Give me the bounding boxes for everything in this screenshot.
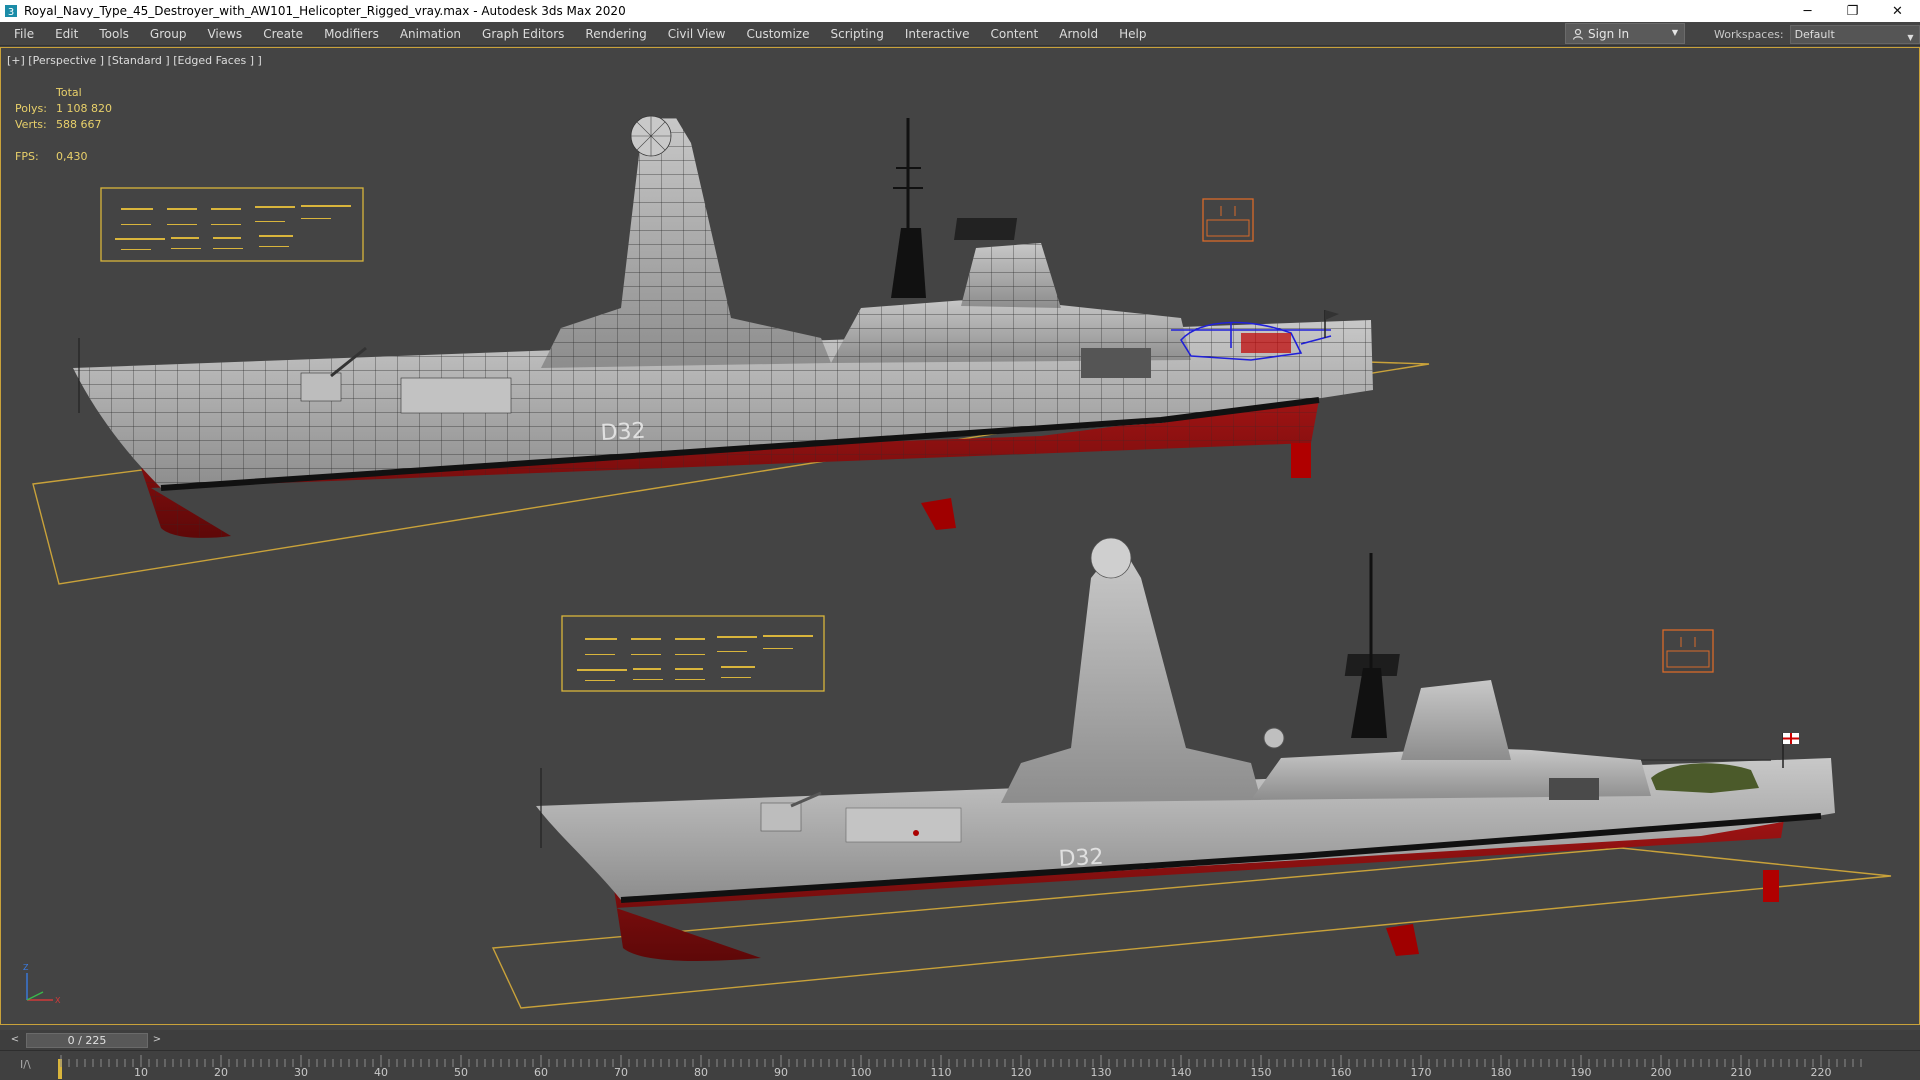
prev-frame-button[interactable]: < xyxy=(8,1033,22,1047)
user-icon xyxy=(1572,28,1584,40)
workspaces-select[interactable]: Default ▼ xyxy=(1789,24,1920,44)
tick-label: 180 xyxy=(1490,1066,1512,1079)
hull-number-bottom: D32 xyxy=(1058,845,1104,872)
tick-label: 90 xyxy=(774,1066,788,1079)
tick-label: 210 xyxy=(1730,1066,1752,1079)
axis-label-x: X xyxy=(55,996,61,1005)
tick-label: 110 xyxy=(930,1066,952,1079)
restore-button[interactable]: ❐ xyxy=(1830,0,1875,22)
svg-text:3: 3 xyxy=(8,7,14,18)
menu-customize[interactable]: Customize xyxy=(737,22,821,46)
menu-help[interactable]: Help xyxy=(1110,22,1158,46)
tick-label: 220 xyxy=(1810,1066,1832,1079)
menu-civil-view[interactable]: Civil View xyxy=(659,22,738,46)
menu-animation[interactable]: Animation xyxy=(391,22,473,46)
axis-label-z: Z xyxy=(23,963,29,972)
3ds-max-icon[interactable]: 3 xyxy=(0,0,22,22)
next-frame-button[interactable]: > xyxy=(150,1033,164,1047)
tick-label: 80 xyxy=(694,1066,708,1079)
destroyer-shaded[interactable] xyxy=(491,537,1892,1009)
tick-label: 170 xyxy=(1410,1066,1432,1079)
funnel-bottom[interactable] xyxy=(1401,680,1511,760)
radar-dome-bottom[interactable] xyxy=(1090,537,1132,579)
destroyer-wireframe[interactable] xyxy=(32,115,1430,585)
tick-label: 50 xyxy=(454,1066,468,1079)
minimize-button[interactable]: ─ xyxy=(1785,0,1830,22)
tick-label: 190 xyxy=(1570,1066,1592,1079)
tick-label: 60 xyxy=(534,1066,548,1079)
time-slider: < 0 / 225 > xyxy=(0,1030,1920,1050)
menu-items: File Edit Tools Group Views Create Modifiers An… xyxy=(0,22,1158,46)
scene-canvas[interactable]: D32 D32 Z X xyxy=(1,48,1919,1024)
statistics-overlay: Total Polys: 1 108 820 Verts: 588 667 FPS:… xyxy=(15,85,112,165)
menu-interactive[interactable]: Interactive xyxy=(896,22,982,46)
close-button[interactable]: ✕ xyxy=(1875,0,1920,22)
menu-tools[interactable]: Tools xyxy=(90,22,141,46)
tick-label: 40 xyxy=(374,1066,388,1079)
window-title: Royal_Navy_Type_45_Destroyer_with_AW101_… xyxy=(24,4,626,18)
workspaces-value: Default xyxy=(1794,27,1835,41)
rig-controls-panel-top[interactable] xyxy=(100,187,364,262)
workspaces-label: Workspaces: xyxy=(1714,27,1784,41)
menu-group[interactable]: Group xyxy=(141,22,199,46)
tick-label: 20 xyxy=(214,1066,228,1079)
viewport-label[interactable]: [+] [Perspective ] [Standard ] [Edged Fa… xyxy=(7,54,262,67)
menu-scripting[interactable]: Scripting xyxy=(821,22,895,46)
time-slider-thumb[interactable]: 0 / 225 xyxy=(26,1033,148,1048)
chevron-down-icon: ▼ xyxy=(1907,32,1914,42)
tick-label: 150 xyxy=(1250,1066,1272,1079)
tick-label: 10 xyxy=(134,1066,148,1079)
tick-label: 140 xyxy=(1170,1066,1192,1079)
tick-label: 70 xyxy=(614,1066,628,1079)
menu-file[interactable]: File xyxy=(0,22,46,46)
menu-graph-editors[interactable]: Graph Editors xyxy=(473,22,576,46)
menu-arnold[interactable]: Arnold xyxy=(1050,22,1110,46)
workspaces: Workspaces: Default ▼ xyxy=(1714,22,1920,46)
verts-label: Verts: xyxy=(15,118,47,131)
chevron-down-icon: ▼ xyxy=(1671,28,1678,37)
menu-bar: File Edit Tools Group Views Create Modifiers An… xyxy=(0,22,1920,46)
stats-total-label: Total xyxy=(56,86,82,99)
menu-edit[interactable]: Edit xyxy=(46,22,90,46)
sign-in-label: Sign In xyxy=(1588,26,1630,41)
tick-label: 120 xyxy=(1010,1066,1032,1079)
tick-label: 130 xyxy=(1090,1066,1112,1079)
verts-value: 588 667 xyxy=(56,118,102,131)
hull-number-top: D32 xyxy=(600,419,646,446)
frame-ruler[interactable] xyxy=(55,1051,1865,1080)
menu-create[interactable]: Create xyxy=(254,22,315,46)
fps-label: FPS: xyxy=(15,150,39,163)
fps-value: 0,430 xyxy=(56,150,88,163)
tick-label: 200 xyxy=(1650,1066,1672,1079)
menu-rendering[interactable]: Rendering xyxy=(576,22,658,46)
tick-label: 100 xyxy=(850,1066,872,1079)
tick-label: 30 xyxy=(294,1066,308,1079)
sign-in-button[interactable]: Sign In ▼ xyxy=(1565,23,1685,44)
title-bar: 3 Royal_Navy_Type_45_Destroyer_with_AW10… xyxy=(0,0,1920,22)
bridge-bottom[interactable] xyxy=(1001,553,1261,803)
rig-controls-panel-bottom[interactable] xyxy=(561,615,825,692)
tick-label: 160 xyxy=(1330,1066,1352,1079)
menu-content[interactable]: Content xyxy=(982,22,1051,46)
polys-label: Polys: xyxy=(15,102,47,115)
track-bar[interactable]: I/\ 10 20 30 40 50 60 70 80 90 100 110 120 130 140 150… xyxy=(0,1050,1920,1080)
filter-keys-icon[interactable]: I/\ xyxy=(20,1058,31,1071)
menu-views[interactable]: Views xyxy=(198,22,254,46)
perspective-viewport[interactable]: D32 D32 Z X [+] [Perspective] [Standard… xyxy=(0,47,1920,1025)
helicopter-controls-top[interactable] xyxy=(1202,198,1254,242)
app-window: 3 Royal_Navy_Type_45_Destroyer_with_AW10… xyxy=(0,0,1920,1080)
polys-value: 1 108 820 xyxy=(56,102,112,115)
menu-modifiers[interactable]: Modifiers xyxy=(315,22,391,46)
helicopter-controls-bottom[interactable] xyxy=(1662,629,1714,673)
axis-gizmo: Z X xyxy=(23,963,61,1005)
